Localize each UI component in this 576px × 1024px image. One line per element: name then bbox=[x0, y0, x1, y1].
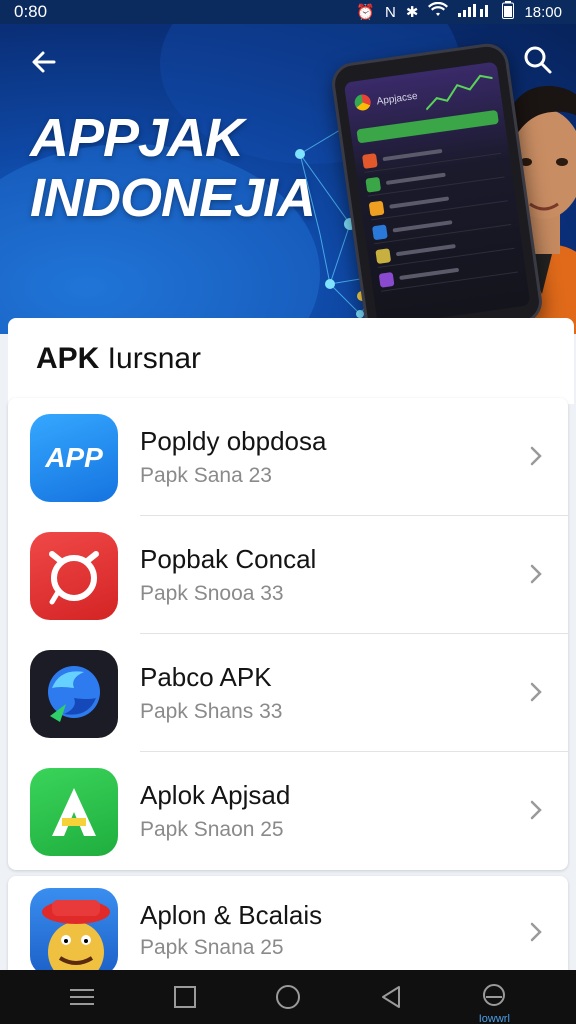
search-button[interactable] bbox=[520, 42, 556, 78]
square-icon bbox=[173, 986, 196, 1008]
app-subtitle: Papk Snana 25 bbox=[140, 936, 284, 959]
browser-icon bbox=[353, 93, 372, 112]
section-title-bold: APK bbox=[36, 342, 100, 375]
bluetooth-icon: ✱ bbox=[405, 4, 419, 21]
assistant-icon bbox=[483, 984, 506, 1006]
section-title-rest: Iursnar bbox=[99, 342, 202, 375]
swirl-dark-icon bbox=[30, 650, 118, 738]
chevron-right-icon bbox=[530, 682, 542, 702]
menu-button[interactable] bbox=[60, 975, 104, 1019]
hero-title: APPJAK INDONEJIA bbox=[30, 108, 316, 228]
recents-button[interactable] bbox=[163, 975, 207, 1019]
section-title: APK Iursnar bbox=[36, 342, 201, 376]
nav-label: Iowwrl bbox=[478, 1013, 510, 1024]
list-item[interactable]: APP Popldy obpdosa Papk Sana 23 bbox=[8, 398, 568, 516]
list-item[interactable]: Aplok Apjsad Papk Snaon 25 bbox=[8, 752, 568, 870]
app-icon-text: APP bbox=[45, 442, 103, 473]
app-name: Popldy obpdosa bbox=[140, 426, 327, 456]
signal-icon bbox=[458, 3, 492, 21]
alarm-icon: ⏰ bbox=[356, 4, 376, 21]
triangle-back-icon bbox=[382, 986, 401, 1008]
arrow-left-icon bbox=[32, 51, 56, 73]
search-icon bbox=[524, 46, 552, 74]
home-button[interactable] bbox=[266, 975, 310, 1019]
app-list: APP Popldy obpdosa Papk Sana 23 Popbak C… bbox=[8, 398, 568, 870]
green-a-icon bbox=[30, 768, 118, 856]
hero-title-line1: APPJAK bbox=[30, 108, 244, 168]
cartoon-hat-icon bbox=[30, 888, 118, 976]
list-item[interactable]: Pabco APK Papk Shans 33 bbox=[8, 634, 568, 752]
app-store-blue-icon: APP bbox=[30, 414, 118, 502]
app-subtitle: Papk Sana 23 bbox=[140, 464, 272, 487]
chevron-right-icon bbox=[530, 564, 542, 584]
phone-app-label: Appjacse bbox=[375, 90, 419, 108]
chevron-right-icon bbox=[530, 446, 542, 466]
status-time-left: 0:80 bbox=[14, 2, 48, 21]
nfc-icon: N bbox=[385, 3, 396, 21]
list-item[interactable]: Popbak Concal Papk Snooa 33 bbox=[8, 516, 568, 634]
back-button[interactable] bbox=[26, 44, 62, 80]
wifi-icon bbox=[428, 1, 449, 22]
phone-screen: Appjacse bbox=[343, 61, 531, 327]
menu-icon bbox=[69, 989, 94, 1005]
status-time-right: 18:00 bbox=[524, 3, 562, 21]
hero-banner: APPJAK INDONEJIA Appjacse bbox=[0, 24, 576, 334]
section-header: APK Iursnar bbox=[8, 318, 574, 404]
assistant-button[interactable]: Iowwrl bbox=[472, 975, 516, 1024]
app-name: Aplok Apjsad bbox=[140, 780, 291, 810]
hero-title-line2: INDONEJIA bbox=[30, 168, 316, 228]
app-name: Pabco APK bbox=[140, 662, 272, 692]
app-subtitle: Papk Shans 33 bbox=[140, 700, 283, 723]
circle-icon bbox=[275, 985, 300, 1009]
app-name: Popbak Concal bbox=[140, 544, 317, 574]
app-subtitle: Papk Snooa 33 bbox=[140, 582, 284, 605]
back-nav-button[interactable] bbox=[369, 975, 413, 1019]
status-icons: ⏰ N ✱ 18:00 bbox=[356, 1, 562, 23]
app-subtitle: Papk Snaon 25 bbox=[140, 818, 284, 841]
chevron-right-icon bbox=[530, 922, 542, 942]
battery-icon bbox=[502, 1, 515, 23]
app-name: Aplon & Bcalais bbox=[140, 900, 323, 930]
status-bar: 0:80 ⏰ N ✱ 18:00 bbox=[0, 0, 576, 24]
red-target-icon bbox=[30, 532, 118, 620]
chart-graphic bbox=[425, 74, 493, 111]
navigation-bar: Iowwrl bbox=[0, 970, 576, 1024]
chevron-right-icon bbox=[530, 800, 542, 820]
